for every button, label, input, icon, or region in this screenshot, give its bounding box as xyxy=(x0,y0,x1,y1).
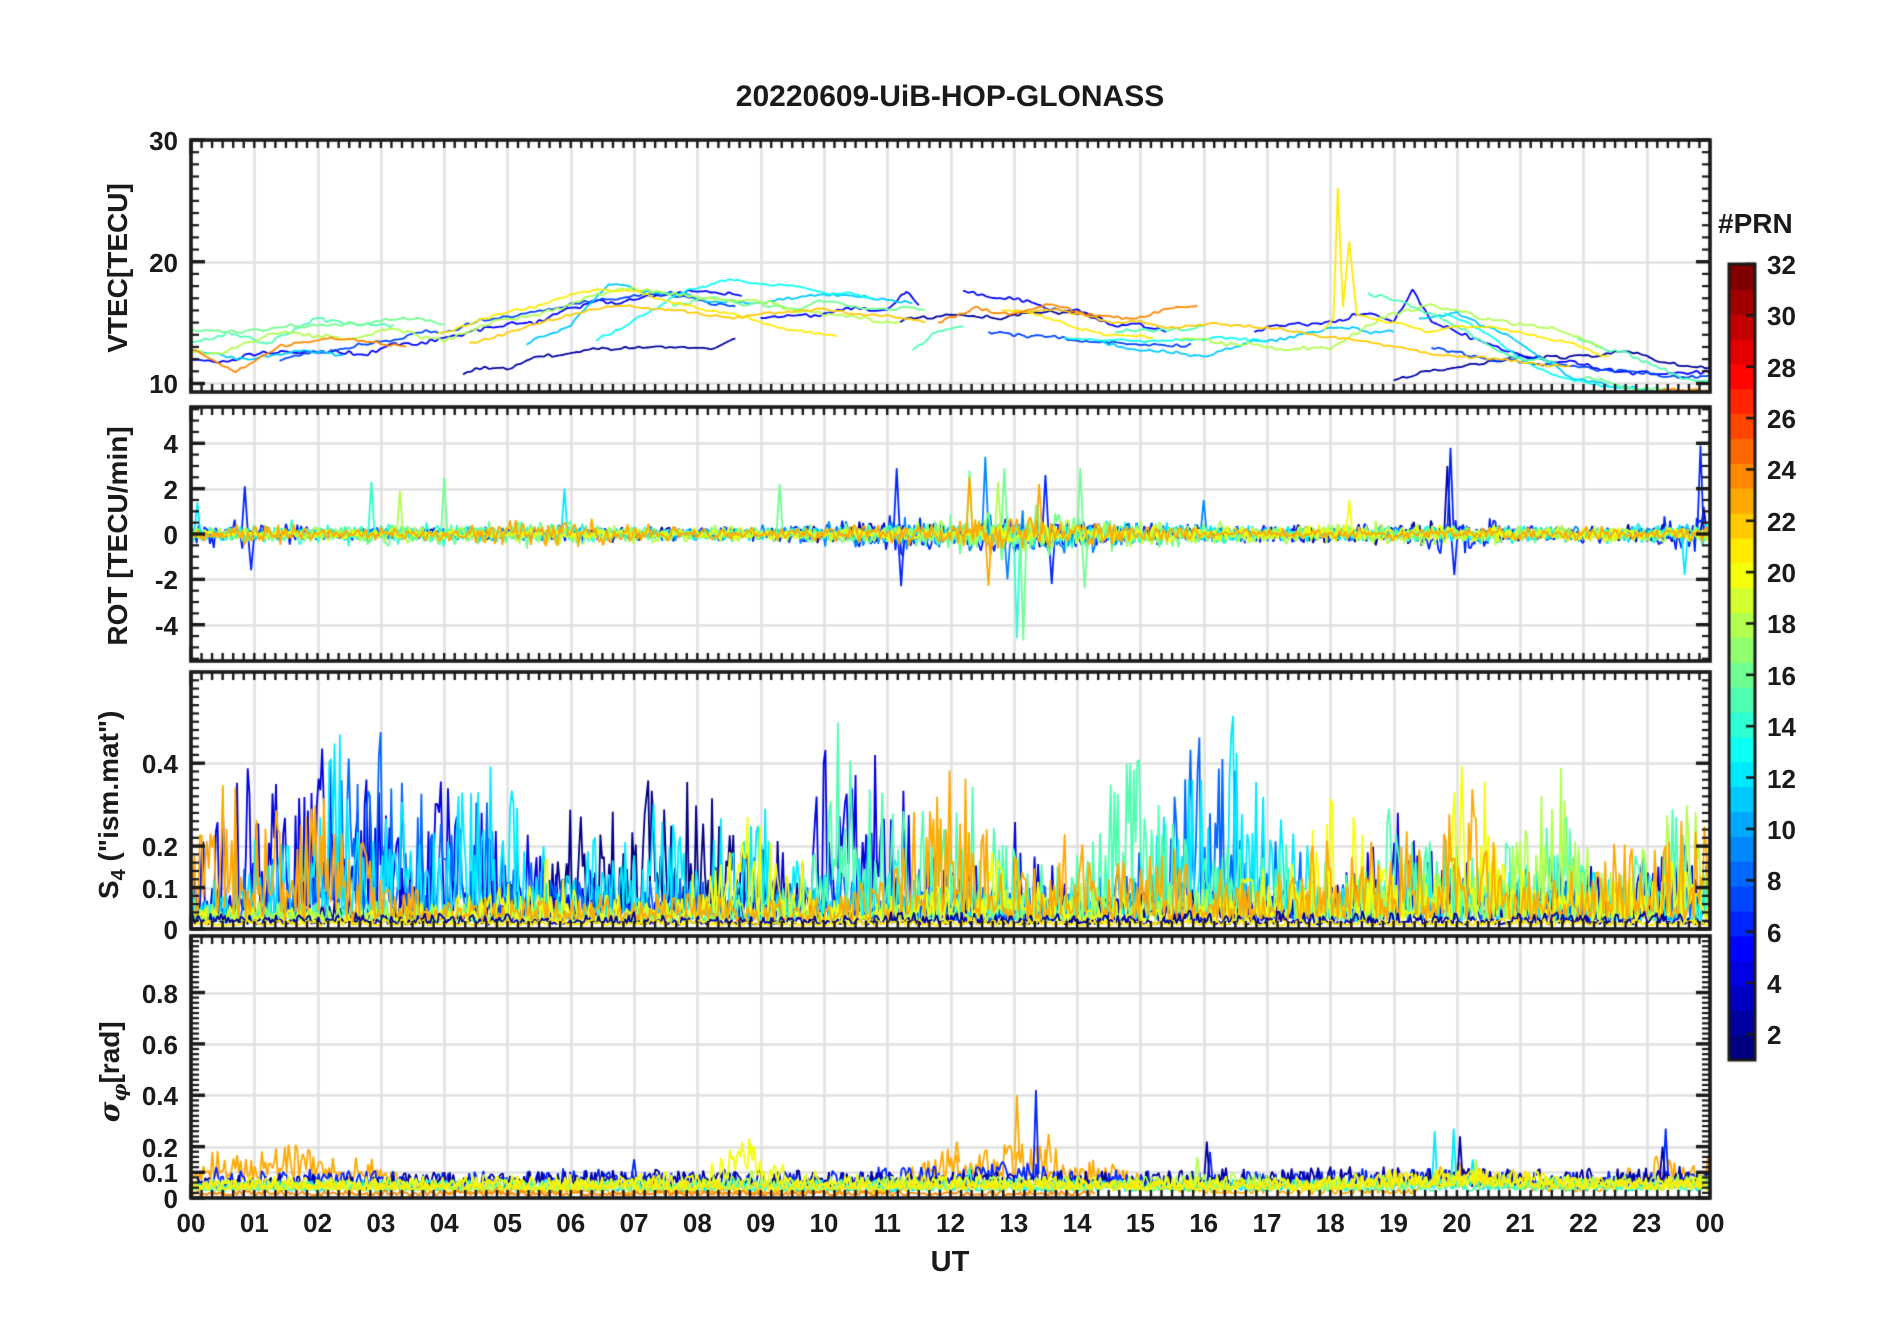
colorbar-tick-label: 4 xyxy=(1767,968,1782,999)
colorbar-tick-label: 30 xyxy=(1767,301,1796,332)
x-tick-label: 00 xyxy=(1695,1208,1725,1238)
glonass-ionosphere-figure: 20220609-UiB-HOP-GLONASS VTEC[TECU] ROT … xyxy=(0,0,1902,1330)
colorbar-tick-label: 6 xyxy=(1767,917,1782,948)
colorbar-tick-label: 10 xyxy=(1767,814,1796,845)
y-tick-label-rot: 0 xyxy=(163,520,178,550)
y-tick-label-s4: 0.4 xyxy=(141,749,178,780)
colorbar-tick-label: 8 xyxy=(1767,866,1782,897)
x-tick-label: 22 xyxy=(1568,1208,1598,1238)
chart-title: 20220609-UiB-HOP-GLONASS xyxy=(735,80,1165,113)
x-tick-label: 03 xyxy=(366,1208,396,1238)
x-tick-label: 09 xyxy=(746,1208,776,1238)
y-tick-label-vtec: 20 xyxy=(149,247,178,278)
y-tick-label-sigma_phi: 0.1 xyxy=(141,1158,178,1189)
x-tick-label: 16 xyxy=(1189,1208,1219,1238)
colorbar-tick-label: 28 xyxy=(1767,352,1796,383)
y-tick-label-rot: -4 xyxy=(154,610,178,641)
colorbar-title: #PRN xyxy=(1718,208,1793,239)
colorbar-tick-label: 26 xyxy=(1767,404,1796,435)
x-tick-label: 11 xyxy=(873,1208,901,1238)
x-tick-label: 00 xyxy=(176,1208,206,1238)
x-tick-label: 19 xyxy=(1379,1208,1408,1238)
x-tick-label: 07 xyxy=(619,1208,649,1238)
chart-canvas xyxy=(0,0,1902,1330)
x-tick-label: 17 xyxy=(1252,1208,1282,1238)
x-tick-label: 08 xyxy=(682,1208,712,1238)
y-tick-label-s4: 0.1 xyxy=(141,873,178,904)
x-tick-label: 14 xyxy=(1062,1208,1092,1238)
colorbar-tick-label: 24 xyxy=(1767,455,1796,486)
y-tick-label-sigma_phi: 0 xyxy=(163,1184,178,1214)
x-tick-label: 13 xyxy=(999,1208,1029,1238)
y-tick-label-s4: 0.2 xyxy=(141,832,178,863)
colorbar-tick-label: 22 xyxy=(1767,506,1796,537)
y-tick-label-sigma_phi: 0.6 xyxy=(141,1029,178,1060)
colorbar-tick-label: 18 xyxy=(1767,609,1796,640)
x-tick-label: 04 xyxy=(429,1208,459,1238)
x-tick-label: 21 xyxy=(1505,1208,1535,1238)
colorbar-tick-label: 14 xyxy=(1767,712,1796,743)
y-tick-label-sigma_phi: 0.2 xyxy=(141,1132,178,1163)
y-tick-label-s4: 0 xyxy=(163,915,178,945)
x-tick-label: 01 xyxy=(239,1208,269,1238)
x-tick-label: 06 xyxy=(556,1208,586,1238)
x-tick-label: 20 xyxy=(1442,1208,1472,1238)
colorbar-tick-label: 32 xyxy=(1767,250,1796,280)
y-tick-label-vtec: 30 xyxy=(149,126,178,156)
x-axis-label: UT xyxy=(930,1246,970,1278)
x-tick-label: 18 xyxy=(1315,1208,1345,1238)
colorbar-tick-label: 16 xyxy=(1767,660,1796,691)
x-tick-label: 10 xyxy=(809,1208,839,1238)
colorbar-tick-label: 20 xyxy=(1767,558,1796,589)
x-tick-label: 02 xyxy=(303,1208,333,1238)
y-tick-label-rot: -2 xyxy=(154,565,178,596)
y-tick-label-rot: 4 xyxy=(163,429,178,460)
x-tick-label: 23 xyxy=(1632,1208,1662,1238)
x-tick-label: 15 xyxy=(1125,1208,1155,1238)
colorbar-tick-label: 2 xyxy=(1767,1020,1782,1051)
y-tick-label-sigma_phi: 0.4 xyxy=(141,1081,178,1112)
x-tick-label: 12 xyxy=(936,1208,965,1238)
x-tick-label: 05 xyxy=(492,1208,522,1238)
colorbar-tick-label: 12 xyxy=(1767,763,1796,794)
y-tick-label-vtec: 10 xyxy=(149,369,178,400)
y-tick-label-sigma_phi: 0.8 xyxy=(141,978,178,1009)
y-tick-label-rot: 2 xyxy=(163,474,178,505)
